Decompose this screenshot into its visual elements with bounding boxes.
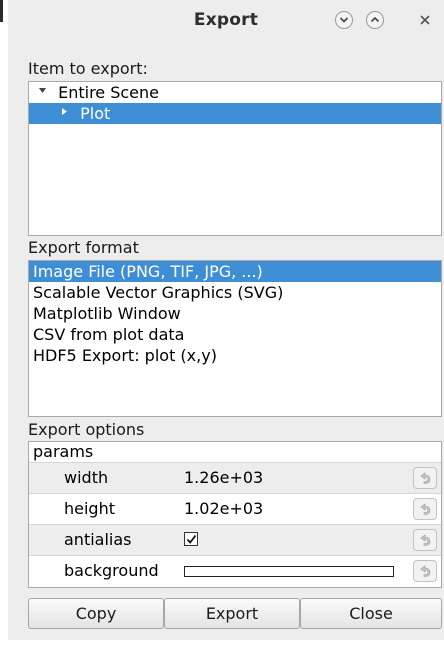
background-color-button[interactable] (184, 566, 394, 577)
reset-antialias-button[interactable] (413, 529, 437, 551)
param-name: background (64, 561, 159, 580)
export-format-label: Export format (28, 238, 139, 257)
tree-item-label: Plot (80, 104, 111, 123)
chevron-up-icon (370, 16, 380, 23)
param-name: height (64, 499, 115, 518)
antialias-checkbox[interactable] (184, 532, 198, 546)
reset-background-button[interactable] (413, 560, 437, 582)
width-field[interactable]: 1.26e+03 (184, 468, 263, 487)
param-name: antialias (64, 530, 132, 549)
param-row-height[interactable]: height 1.02e+03 (29, 493, 441, 524)
format-list[interactable]: Image File (PNG, TIF, JPG, ...) Scalable… (28, 260, 442, 417)
close-icon (420, 15, 430, 25)
export-dialog: Export Item to export: Entire Scene Plot… (0, 0, 444, 653)
close-window-button[interactable] (416, 11, 434, 29)
height-field[interactable]: 1.02e+03 (184, 499, 263, 518)
undo-icon (420, 503, 431, 515)
params-group-header[interactable]: params (29, 442, 441, 462)
tree-item-label: Entire Scene (58, 83, 159, 102)
reset-height-button[interactable] (413, 498, 437, 520)
tree-item-plot[interactable]: Plot (29, 103, 441, 124)
format-item-svg[interactable]: Scalable Vector Graphics (SVG) (29, 282, 441, 303)
item-tree[interactable]: Entire Scene Plot (28, 81, 442, 236)
item-to-export-label: Item to export: (28, 59, 148, 78)
param-row-antialias[interactable]: antialias (29, 524, 441, 555)
undo-icon (420, 565, 431, 577)
params-tree[interactable]: params width 1.26e+03 height 1.02e+03 an… (28, 441, 442, 588)
expand-down-arrow-icon[interactable] (37, 83, 47, 104)
collapse-right-arrow-icon[interactable] (59, 104, 69, 125)
chevron-down-icon (339, 17, 349, 23)
format-item-matplotlib[interactable]: Matplotlib Window (29, 303, 441, 324)
title-bar[interactable]: Export (8, 0, 444, 44)
format-item-hdf5[interactable]: HDF5 Export: plot (x,y) (29, 345, 441, 366)
param-row-width[interactable]: width 1.26e+03 (29, 462, 441, 493)
minimize-button[interactable] (335, 11, 353, 29)
reset-width-button[interactable] (413, 467, 437, 489)
param-name: width (64, 468, 109, 487)
dialog-frame: Export Item to export: Entire Scene Plot… (8, 0, 444, 640)
undo-icon (420, 472, 431, 484)
undo-icon (420, 534, 431, 546)
tree-item-entire-scene[interactable]: Entire Scene (29, 82, 441, 103)
export-options-label: Export options (28, 420, 145, 439)
export-button[interactable]: Export (164, 598, 300, 629)
format-item-image-file[interactable]: Image File (PNG, TIF, JPG, ...) (29, 261, 441, 282)
param-row-background[interactable]: background (29, 555, 441, 586)
checkmark-icon (186, 534, 197, 544)
format-item-csv[interactable]: CSV from plot data (29, 324, 441, 345)
close-button[interactable]: Close (300, 598, 442, 629)
window-edge (0, 0, 8, 653)
copy-button[interactable]: Copy (28, 598, 164, 629)
maximize-button[interactable] (366, 11, 384, 29)
